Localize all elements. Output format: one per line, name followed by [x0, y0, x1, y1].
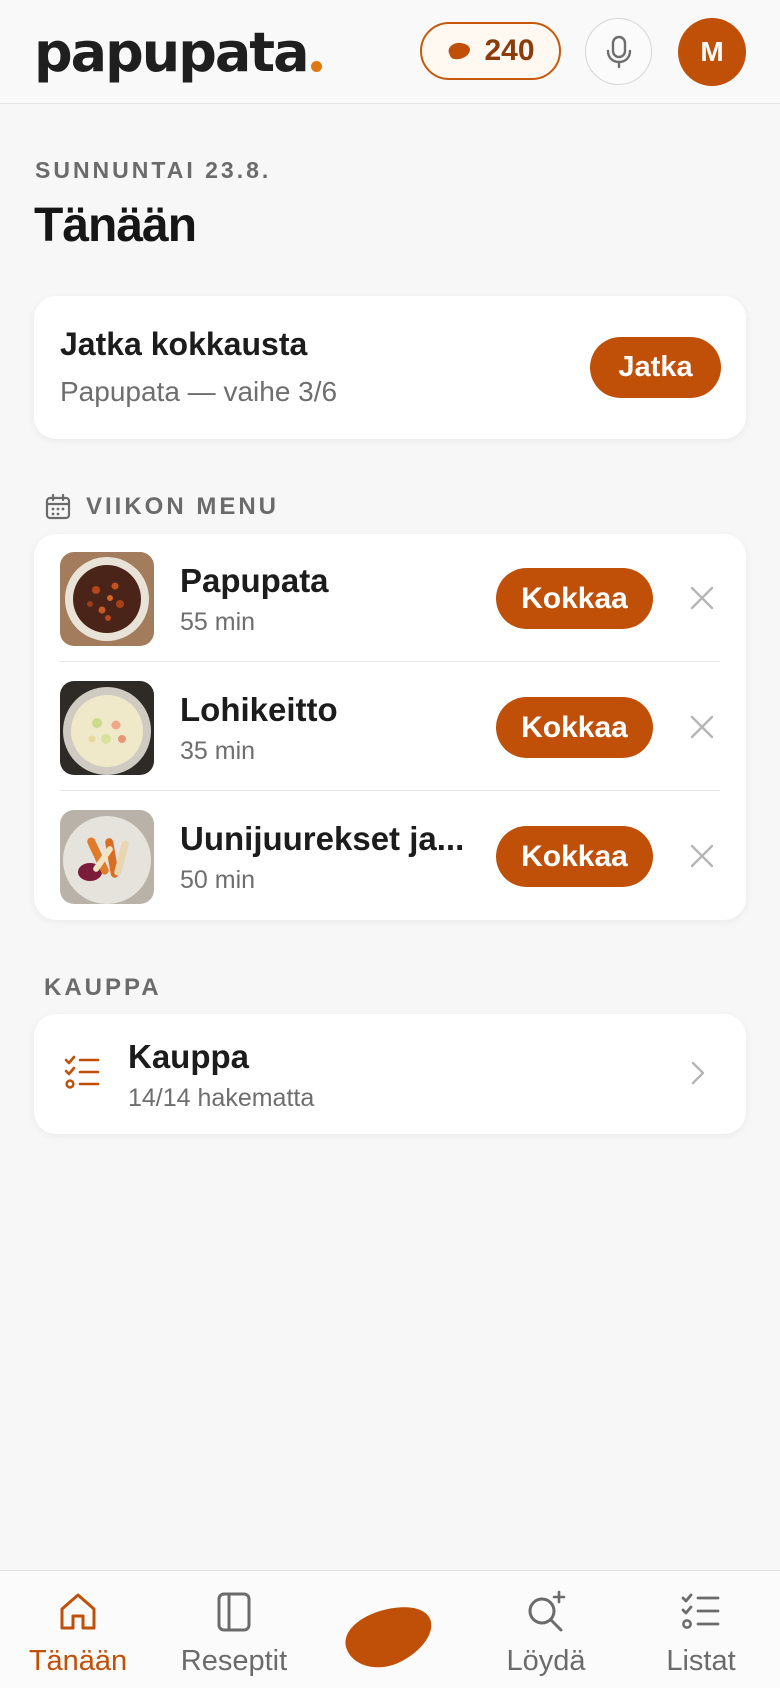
recipe-time: 55 min	[180, 608, 256, 636]
nav-tab-find[interactable]: Löydä	[471, 1589, 621, 1678]
home-icon	[60, 1593, 96, 1630]
avatar[interactable]: M	[678, 18, 746, 86]
continue-button[interactable]: Jatka	[590, 337, 721, 398]
nav-label-today: Tänään	[28, 1645, 128, 1677]
recipe-title: Lohikeitto	[180, 691, 338, 728]
beans-count: 240	[484, 34, 535, 67]
remove-button[interactable]	[682, 707, 722, 747]
cook-button[interactable]: Kokkaa	[496, 697, 653, 758]
app-header: papupata 240 M	[0, 0, 780, 104]
menu-item[interactable]: Papupata 55 min Kokkaa	[34, 534, 746, 662]
recipe-title: Papupata	[180, 562, 329, 599]
checklist-icon	[681, 1593, 720, 1629]
nav-label-recipes: Reseptit	[180, 1645, 288, 1677]
shopping-heading: KAUPPA	[44, 974, 162, 1002]
menu-item[interactable]: Lohikeitto 35 min Kokkaa	[34, 663, 746, 791]
close-icon	[690, 844, 714, 868]
logo-text: papupata	[34, 21, 310, 84]
voice-button[interactable]	[585, 18, 652, 85]
shopping-subtitle: 14/14 hakematta	[128, 1084, 315, 1112]
page-title: Tänään	[34, 199, 197, 252]
shopping-title: Kauppa	[128, 1038, 250, 1075]
row-divider	[60, 790, 720, 791]
weekly-menu-heading: VIIKON MENU	[44, 493, 279, 521]
cook-button[interactable]: Kokkaa	[496, 826, 653, 887]
chevron-right-icon	[691, 1061, 705, 1085]
date-label: SUNNUNTAI 23.8.	[35, 157, 272, 183]
nav-label-find: Löydä	[506, 1645, 586, 1677]
close-icon	[690, 715, 714, 739]
close-icon	[690, 586, 714, 610]
menu-item[interactable]: Uunijuurekset ja... 50 min Kokkaa	[34, 792, 746, 920]
nav-label-lists: Listat	[666, 1645, 736, 1677]
microphone-icon	[606, 35, 631, 68]
weekly-menu-card: Papupata 55 min Kokkaa Lohikeitto 35 min…	[34, 534, 746, 920]
remove-button[interactable]	[682, 578, 722, 618]
beans-counter[interactable]: 240	[420, 22, 561, 80]
calendar-icon	[45, 493, 71, 520]
nav-tab-lists[interactable]: Listat	[626, 1589, 776, 1678]
checklist-icon	[64, 1055, 100, 1089]
bean-icon	[449, 42, 471, 60]
weekly-menu-label: VIIKON MENU	[86, 493, 280, 520]
book-icon	[217, 1592, 251, 1632]
recipe-time: 50 min	[180, 866, 256, 894]
shopping-heading-label: KAUPPA	[44, 974, 162, 1001]
nav-tab-recipes[interactable]: Reseptit	[159, 1589, 309, 1678]
bean-icon[interactable]	[340, 1597, 440, 1677]
logo-dot	[310, 61, 322, 72]
continue-cooking-card[interactable]: Jatka kokkausta Papupata — vaihe 3/6 Jat…	[34, 296, 746, 439]
continue-title: Jatka kokkausta	[60, 326, 308, 362]
search-plus-icon	[528, 1590, 566, 1632]
shopping-list-card[interactable]: Kauppa 14/14 hakematta	[34, 1014, 746, 1134]
remove-button[interactable]	[682, 836, 722, 876]
recipe-time: 35 min	[180, 737, 256, 765]
recipe-thumbnail	[60, 552, 154, 646]
row-divider	[60, 661, 720, 662]
cook-button[interactable]: Kokkaa	[496, 568, 653, 629]
recipe-thumbnail	[60, 681, 154, 775]
app-logo[interactable]: papupata	[34, 18, 322, 88]
bottom-nav: Tänään Reseptit Löydä Listat	[0, 1570, 780, 1688]
recipe-title: Uunijuurekset ja...	[180, 820, 465, 857]
nav-tab-today[interactable]: Tänään	[3, 1589, 153, 1678]
recipe-thumbnail	[60, 810, 154, 904]
continue-subtitle: Papupata — vaihe 3/6	[60, 376, 338, 407]
